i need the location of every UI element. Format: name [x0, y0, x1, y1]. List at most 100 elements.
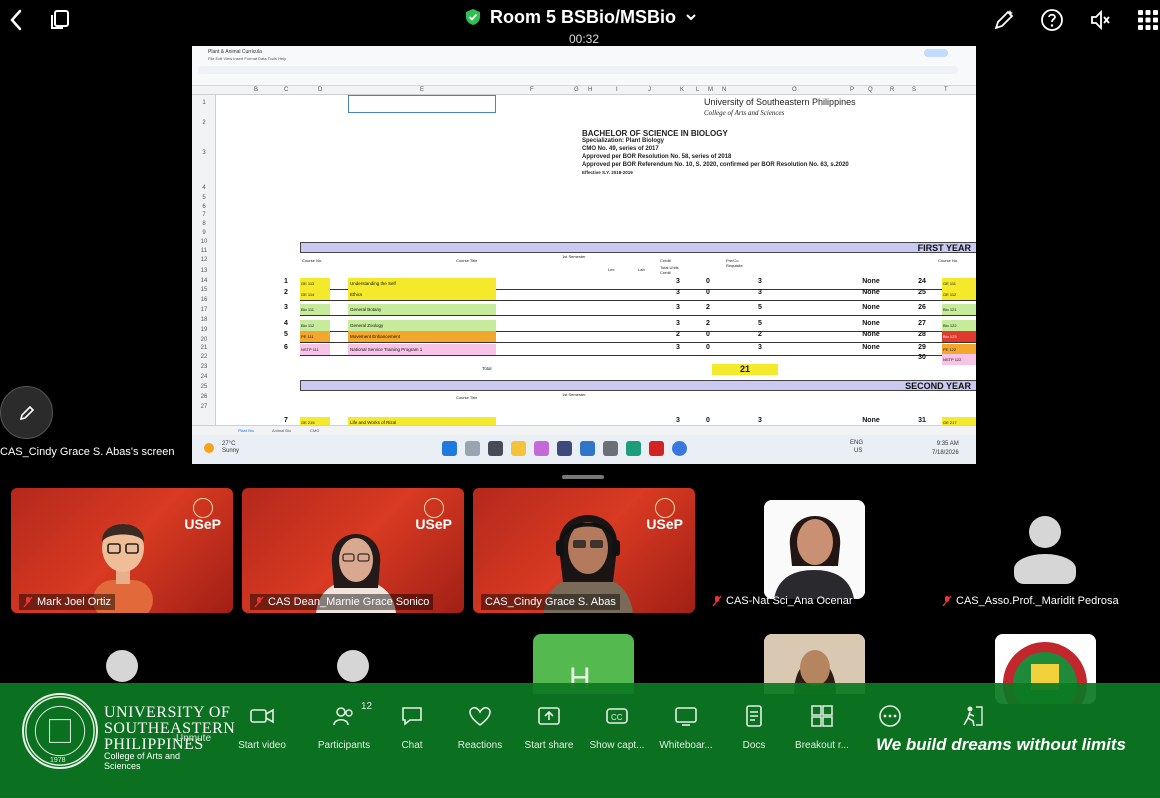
course-number-2: 31: [918, 417, 926, 424]
row-header: 7: [202, 212, 206, 218]
sem-label: 1st Semester: [562, 254, 586, 259]
breakout-rooms-button[interactable]: Breakout r...: [787, 705, 857, 751]
panel-drag-handle[interactable]: [562, 475, 604, 479]
unmute-label[interactable]: Unmute: [176, 733, 211, 744]
sheet-tab-animal-bio[interactable]: Animal Bio: [272, 428, 291, 433]
sheet-tab-plant-bio[interactable]: Plant Bio: [238, 428, 254, 433]
course-code-2: NSTP 122: [942, 354, 976, 365]
row-header: 16: [200, 297, 208, 303]
course-title: General Botany: [348, 304, 496, 315]
column-header: H: [588, 87, 593, 93]
region: US: [854, 448, 863, 454]
explorer-icon: [511, 441, 526, 456]
video-tile-mark-joel-ortiz[interactable]: USeP Mark Joel Ortiz: [11, 488, 233, 613]
search-icon: [465, 441, 480, 456]
course-title: Movement Enhancement: [348, 331, 496, 342]
lec-units: 3: [676, 417, 680, 424]
course-no-header-2: Course No.: [938, 258, 959, 263]
college-name: College of Arts and Sciences: [704, 109, 785, 117]
pencil-icon: [19, 405, 34, 420]
prerequisite: None: [862, 289, 880, 296]
course-code: PE 111: [300, 331, 330, 342]
start-share-button[interactable]: Start share: [514, 705, 584, 751]
annotate-button[interactable]: [0, 386, 53, 439]
college-label: College of Arts and Sciences: [104, 751, 181, 771]
help-icon[interactable]: [1038, 6, 1066, 34]
row-header: 15: [200, 287, 208, 293]
uni-line-2: SOUTHEASTERN: [104, 720, 236, 737]
annotate-icon[interactable]: [990, 6, 1018, 34]
more-button[interactable]: [855, 705, 925, 732]
participants-count: 12: [361, 701, 373, 712]
prerequisite: None: [862, 304, 880, 311]
leave-button[interactable]: [937, 705, 1007, 732]
course-number-2: 29: [918, 344, 926, 351]
switch-window-icon[interactable]: [46, 6, 74, 34]
total-units: 3: [758, 344, 762, 351]
pdf-icon: [649, 441, 664, 456]
show-captions-button[interactable]: CC Show capt...: [582, 705, 652, 751]
table-row: 5 PE 111 Movement Enhancement 2 0 2 None 28 Bio …: [276, 331, 976, 342]
windows-taskbar: 27°C Sunny ENG US 9:35 AM 7/18/2026: [192, 435, 976, 464]
participants-label: Participants: [317, 740, 371, 751]
column-header: I: [616, 87, 618, 93]
meeting-title[interactable]: Room 5 BSBio/MSBio: [465, 6, 697, 28]
chat-label: Chat: [401, 740, 423, 751]
seal-year: 1978: [50, 757, 66, 764]
total-units: 3: [758, 289, 762, 296]
start-share-label: Start share: [524, 740, 574, 751]
row-header: 21: [200, 345, 208, 351]
table-row: 4 Bio 112 General Zoology 3 2 5 None 27 Bio 122: [276, 320, 976, 331]
row-header: 9: [202, 230, 206, 236]
row-header: 1: [202, 100, 206, 106]
course-title-header-2: Course Title: [456, 395, 478, 400]
approved-line-1: Approved per BOR Resolution No. 58, seri…: [582, 154, 732, 160]
lec-header: Lec: [608, 267, 615, 272]
task-view-icon: [488, 441, 503, 456]
column-header: K: [680, 87, 685, 93]
usep-seal-icon: [655, 498, 675, 518]
course-code: GE 113: [300, 278, 330, 289]
grid-view-icon[interactable]: [1134, 6, 1160, 34]
course-title: Ethics: [348, 289, 496, 300]
sheet-share-button: [924, 49, 948, 57]
avatar-placeholder-icon: [1014, 516, 1076, 586]
whiteboard-button[interactable]: Whiteboar...: [651, 705, 721, 751]
lang: ENG: [850, 440, 864, 446]
speaker-off-icon[interactable]: [1086, 6, 1114, 34]
column-header: J: [648, 87, 651, 93]
reactions-button[interactable]: Reactions: [445, 705, 515, 751]
course-number: 2: [284, 289, 288, 296]
participant-name: CAS_Cindy Grace S. Abas: [485, 596, 616, 608]
column-header: L: [696, 87, 700, 93]
row-header: 25: [200, 384, 208, 390]
course-number: 4: [284, 320, 288, 327]
course-code-2: Bio 122: [942, 320, 976, 331]
sheet-tab-cmo[interactable]: CMO: [310, 428, 319, 433]
video-tile-ana-ocenar[interactable]: [764, 500, 865, 599]
course-number-2: 26: [918, 304, 926, 311]
taskbar-apps: [442, 441, 687, 456]
sheet-tabs: Plant Bio Animal Bio CMO: [192, 425, 976, 435]
shared-screen[interactable]: Plant & Animal Curricula File Edit View …: [192, 46, 976, 464]
total-units: 5: [758, 320, 762, 327]
docs-button[interactable]: Docs: [719, 705, 789, 751]
row-header: 2: [202, 120, 206, 126]
course-title: Understanding the Self: [348, 278, 496, 289]
row-header: 17: [200, 307, 208, 313]
video-tile-marnie-grace-sonico[interactable]: USeP CAS Dean_Marnie Grace Sonico: [242, 488, 464, 613]
course-number-2: 24: [918, 278, 926, 285]
chat-button[interactable]: Chat: [377, 705, 447, 751]
video-tile-cindy-grace-abas[interactable]: USeP CAS_Cindy Grace S. Abas: [473, 488, 695, 613]
start-video-button[interactable]: Start video: [227, 705, 297, 751]
edge-icon: [626, 441, 641, 456]
course-number-2: 25: [918, 289, 926, 296]
prerequisite: None: [862, 278, 880, 285]
course-number: 7: [284, 417, 288, 424]
course-code-2: GE 112: [942, 289, 976, 300]
course-number-2: 27: [918, 320, 926, 327]
column-header: R: [890, 87, 895, 93]
app-icon: [603, 441, 618, 456]
lab-header: Lab: [638, 267, 645, 272]
back-icon[interactable]: [2, 6, 30, 34]
